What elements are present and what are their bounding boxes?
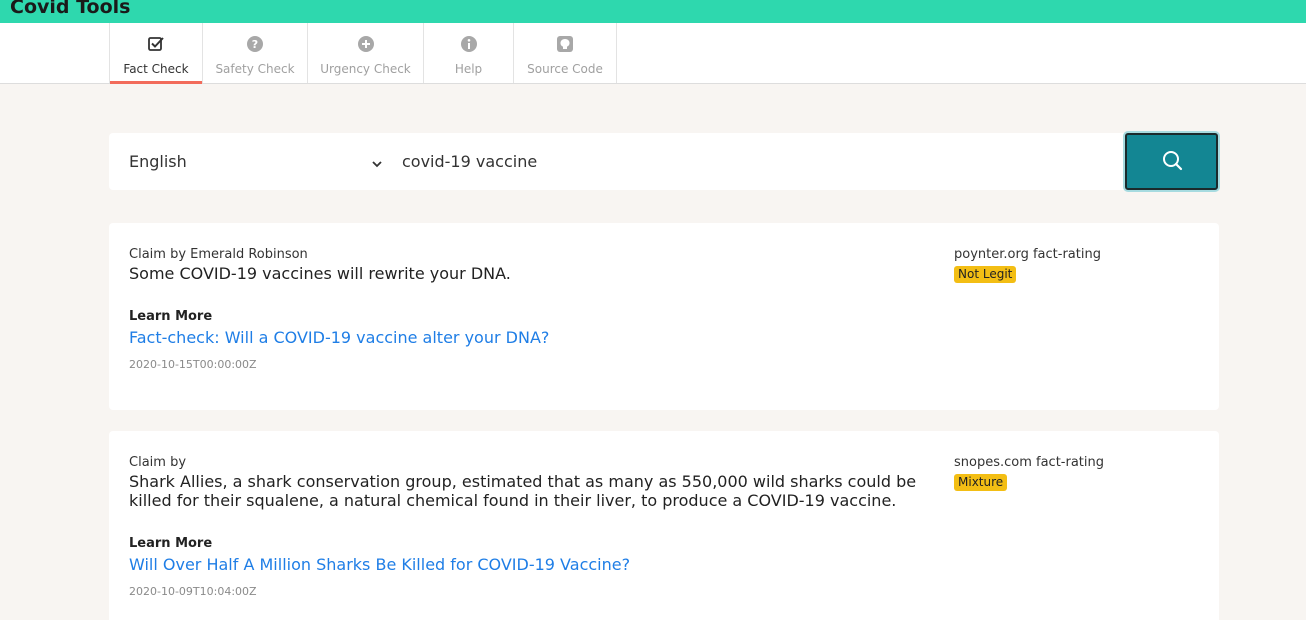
question-circle-icon: ?: [246, 35, 264, 53]
claim-date: 2020-10-09T10:04:00Z: [129, 585, 257, 598]
search-input[interactable]: covid-19 vaccine: [402, 133, 537, 190]
rating-badge: Mixture: [954, 474, 1008, 491]
rating-badge: Not Legit: [954, 266, 1017, 283]
svg-text:?: ?: [252, 38, 258, 51]
tab-label: Fact Check: [123, 62, 189, 76]
checkbox-icon: [147, 35, 165, 53]
search-input-value: covid-19 vaccine: [402, 152, 538, 171]
search-button[interactable]: [1125, 133, 1218, 190]
tab-label: Help: [454, 62, 483, 76]
app-header: Covid Tools: [0, 0, 1306, 23]
github-icon: [556, 35, 574, 53]
language-select[interactable]: English: [129, 133, 389, 190]
article-link[interactable]: Will Over Half A Million Sharks Be Kille…: [129, 555, 630, 574]
tab-label: Source Code: [527, 62, 603, 76]
learn-more-label: Learn More: [129, 536, 213, 551]
chevron-down-icon: [371, 155, 383, 174]
plus-circle-icon: [357, 35, 375, 53]
claim-author: Claim by Emerald Robinson: [129, 247, 308, 262]
tab-label: Urgency Check: [320, 62, 411, 76]
rating-source: poynter.org fact-rating: [954, 247, 1101, 262]
tab-safety-check[interactable]: ? Safety Check: [202, 23, 307, 83]
tab-help[interactable]: Help: [423, 23, 513, 83]
article-link[interactable]: Fact-check: Will a COVID-19 vaccine alte…: [129, 328, 549, 347]
rating-source: snopes.com fact-rating: [954, 455, 1105, 470]
claim-author: Claim by: [129, 455, 187, 470]
search-icon: [1161, 149, 1183, 175]
result-card: Claim by Emerald Robinson Some COVID-19 …: [109, 223, 1219, 410]
search-bar: English covid-19 vaccine: [109, 133, 1219, 190]
language-select-value: English: [129, 152, 187, 171]
learn-more-label: Learn More: [129, 309, 213, 324]
tab-urgency-check[interactable]: Urgency Check: [307, 23, 423, 83]
tab-fact-check[interactable]: Fact Check: [109, 23, 202, 84]
claim-text: Some COVID-19 vaccines will rewrite your…: [129, 264, 511, 283]
info-circle-icon: [460, 35, 478, 53]
claim-text: Shark Allies, a shark conservation group…: [129, 472, 917, 510]
tab-source-code[interactable]: Source Code: [513, 23, 617, 83]
tab-bar: Fact Check ? Safety Check Urgency Check: [0, 23, 1306, 84]
tab-label: Safety Check: [215, 62, 295, 76]
result-card: Claim by Shark Allies, a shark conservat…: [109, 431, 1219, 620]
app-title: Covid Tools: [10, 0, 131, 18]
claim-date: 2020-10-15T00:00:00Z: [129, 358, 257, 371]
